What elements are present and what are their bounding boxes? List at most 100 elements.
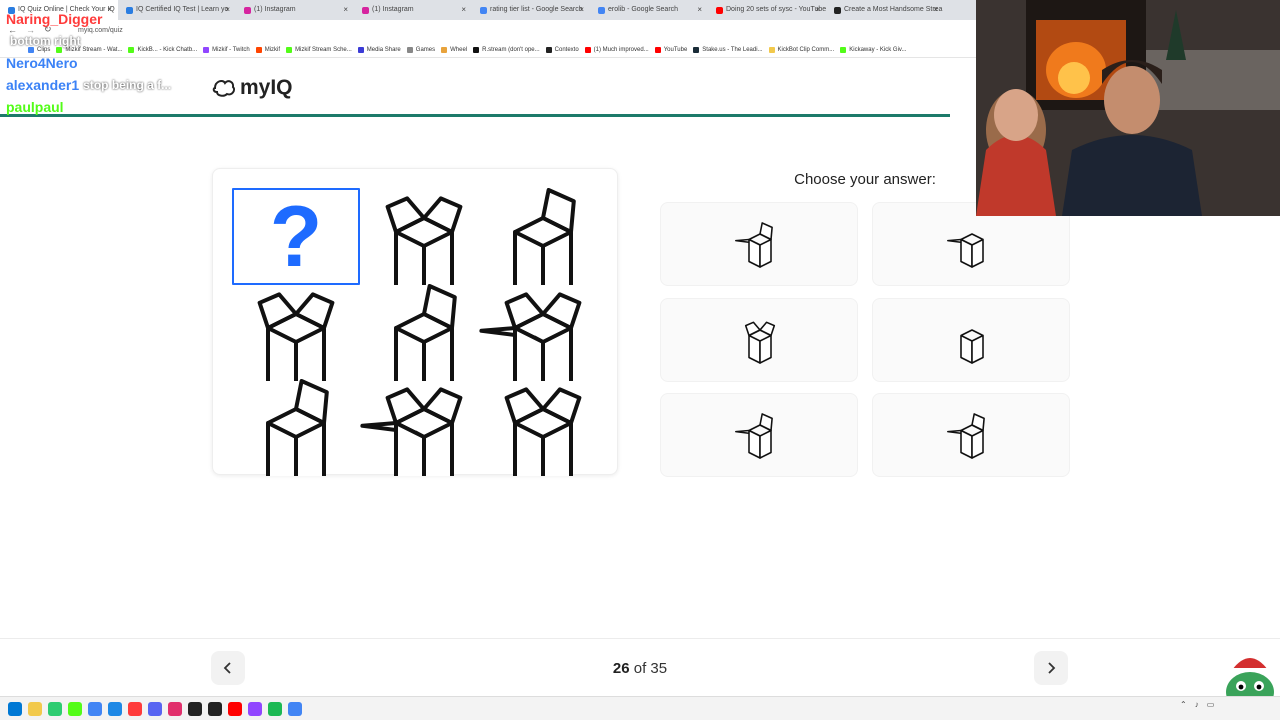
next-button[interactable] (1034, 651, 1068, 685)
tab-title: rating tier list - Google Search (490, 6, 583, 13)
answer-figure (947, 413, 985, 459)
bookmark-item[interactable]: Mizkif (255, 46, 280, 53)
bookmark-label: Media Share (366, 46, 401, 53)
webcam-feed (976, 0, 1280, 216)
taskbar-app-icon[interactable] (8, 701, 22, 716)
answer-figure (947, 233, 984, 268)
bookmark-item[interactable]: Stake.us - The Leadi... (693, 46, 763, 53)
browser-tab[interactable]: erolib - Google Search × (590, 0, 708, 20)
wifi-icon[interactable]: ⌃ (1180, 700, 1187, 709)
speaker-icon[interactable]: ♪ (1195, 700, 1199, 709)
browser-tab[interactable]: rating tier list - Google Search × (472, 0, 590, 20)
bookmark-label: Stake.us - The Leadi... (702, 46, 763, 53)
stream-chat-overlay: Naring_Digger bottom right Nero4Nero alexan… (6, 8, 171, 118)
answer-figure (735, 222, 773, 268)
puzzle-matrix: ? (212, 168, 618, 476)
bookmark-item[interactable]: Media Share (357, 46, 401, 53)
question-mark: ? (269, 188, 323, 285)
bookmark-label: Kickaway - Kick Giv... (849, 46, 907, 53)
tab-favicon-icon (244, 7, 251, 14)
bookmark-favicon-icon (840, 46, 847, 53)
bookmark-favicon-icon (584, 46, 591, 53)
chat-text: stop being a f... (83, 78, 172, 92)
tab-title: (1) Instagram (254, 6, 296, 13)
bookmark-item[interactable]: YouTube (654, 46, 687, 53)
tab-favicon-icon (834, 7, 841, 14)
browser-tab[interactable]: (1) Instagram × (236, 0, 354, 20)
answer-option[interactable] (872, 393, 1070, 477)
bookmark-item[interactable]: Contexto (545, 46, 579, 53)
taskbar-app-icon[interactable] (148, 701, 162, 716)
system-tray: ⌃ ♪ ▭ (1180, 700, 1214, 709)
answer-figure (744, 321, 776, 364)
bookmark-label: KickBot Clip Comm... (777, 46, 835, 53)
total-questions: 35 (650, 660, 668, 677)
tab-close-icon[interactable]: × (579, 5, 584, 14)
chat-username: paulpaul (6, 99, 64, 115)
tab-close-icon[interactable]: × (815, 5, 820, 14)
bookmark-label: Contexto (554, 46, 579, 53)
battery-icon[interactable]: ▭ (1207, 700, 1215, 709)
tab-favicon-icon (480, 7, 487, 14)
puzzle-cell-figure (385, 196, 463, 285)
bookmark-item[interactable]: (1) Much improved... (584, 46, 649, 53)
tab-close-icon[interactable]: × (225, 5, 230, 14)
tab-close-icon[interactable]: × (697, 5, 702, 14)
bookmark-item[interactable]: Games (406, 46, 436, 53)
bookmark-label: Games (415, 46, 436, 53)
browser-tab[interactable]: (1) Instagram × (354, 0, 472, 20)
bookmark-favicon-icon (545, 46, 552, 53)
bookmark-item[interactable]: Mizkif Stream Sche... (286, 46, 352, 53)
browser-tab[interactable]: Create a Most Handsome Strea × (826, 0, 944, 20)
tab-close-icon[interactable]: × (461, 5, 466, 14)
previous-button[interactable] (211, 651, 245, 685)
bookmark-favicon-icon (203, 46, 210, 53)
chat-message: paulpaul (6, 96, 171, 118)
choose-answer-label: Choose your answer: (794, 171, 936, 188)
missing-cell: ? (232, 188, 360, 285)
webcam-overlay (976, 0, 1280, 216)
taskbar-app-icon[interactable] (48, 701, 62, 716)
taskbar-app-icon[interactable] (108, 701, 122, 716)
taskbar-app-icon[interactable] (68, 701, 82, 716)
taskbar-app-icon[interactable] (208, 701, 222, 716)
taskbar-app-icon[interactable] (128, 701, 142, 716)
tab-favicon-icon (362, 7, 369, 14)
bookmark-favicon-icon (693, 46, 700, 53)
answer-option[interactable] (872, 298, 1070, 382)
bookmark-item[interactable]: Kickaway - Kick Giv... (840, 46, 907, 53)
chat-message: alexander1 stop being a f... (6, 74, 171, 96)
chevron-right-icon (1048, 662, 1056, 674)
taskbar-app-icon[interactable] (188, 701, 202, 716)
answer-figure (960, 329, 984, 364)
bookmark-favicon-icon (357, 46, 364, 53)
bookmark-favicon-icon (255, 46, 262, 53)
taskbar-app-icon[interactable] (168, 701, 182, 716)
bookmark-label: R.stream (don't ope... (482, 46, 540, 53)
site-logo[interactable]: myIQ (212, 76, 293, 100)
bookmark-label: (1) Much improved... (593, 46, 649, 53)
taskbar-app-icon[interactable] (88, 701, 102, 716)
tab-close-icon[interactable]: × (933, 5, 938, 14)
bookmark-label: Mizkif - Twitch (212, 46, 250, 53)
logo-text: myIQ (240, 76, 293, 99)
taskbar-app-icon[interactable] (248, 701, 262, 716)
bookmark-item[interactable]: KickBot Clip Comm... (768, 46, 835, 53)
bookmark-item[interactable]: Mizkif - Twitch (203, 46, 250, 53)
chat-username: alexander1 (6, 77, 80, 93)
tab-close-icon[interactable]: × (343, 5, 348, 14)
taskbar-app-icon[interactable] (268, 701, 282, 716)
answer-option[interactable] (660, 202, 858, 286)
chat-username: Nero4Nero (6, 55, 78, 71)
taskbar-app-icon[interactable] (228, 701, 242, 716)
chat-message: bottom right (6, 30, 171, 52)
bookmark-favicon-icon (473, 46, 480, 53)
browser-tab[interactable]: Doing 20 sets of sysc - YouTube × (708, 0, 826, 20)
taskbar-app-icon[interactable] (288, 701, 302, 716)
current-question: 26 (612, 660, 630, 677)
answer-option[interactable] (660, 298, 858, 382)
bookmark-item[interactable]: R.stream (don't ope... (473, 46, 540, 53)
taskbar-app-icon[interactable] (28, 701, 42, 716)
bookmark-item[interactable]: Wheel (441, 46, 467, 53)
answer-option[interactable] (660, 393, 858, 477)
